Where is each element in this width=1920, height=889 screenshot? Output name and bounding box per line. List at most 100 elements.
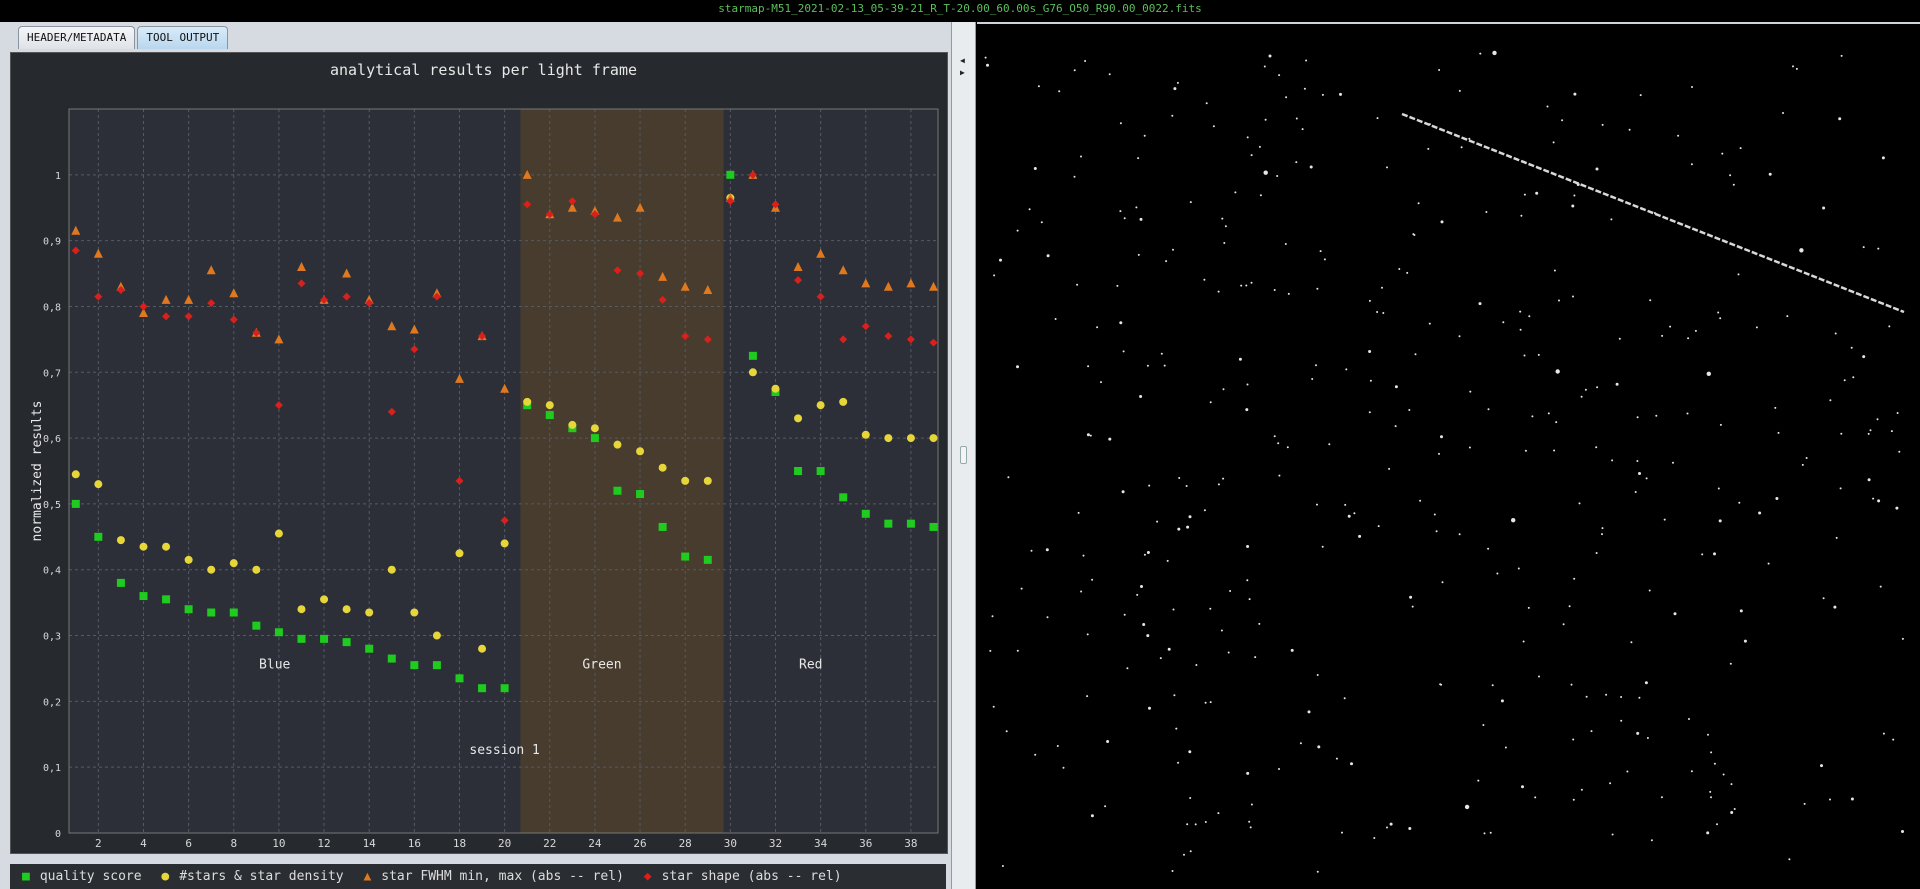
legend-label-quality: quality score [39, 869, 142, 884]
star-dot [1217, 812, 1220, 815]
star-dot [1344, 503, 1347, 506]
point-square [71, 499, 80, 508]
star-dot [1305, 59, 1308, 62]
star-map-view[interactable] [977, 22, 1920, 889]
point-square [139, 592, 148, 601]
star-dot [1872, 497, 1875, 500]
star-dot [1046, 254, 1050, 258]
star-dot [1203, 278, 1206, 281]
star-dot [1259, 194, 1262, 197]
star-dot [1106, 740, 1110, 743]
star-dot [1382, 312, 1385, 314]
star-dot [1104, 805, 1107, 808]
point-circle [162, 542, 171, 551]
band-red [723, 109, 938, 833]
star-dot [1096, 326, 1099, 329]
star-dot [1177, 761, 1180, 764]
star-dot [1572, 738, 1575, 741]
splitter-grip-icon[interactable] [960, 446, 967, 464]
star-dot [1195, 664, 1198, 666]
point-circle [184, 555, 193, 564]
star-dot [1148, 706, 1151, 710]
star-dot [1076, 283, 1079, 286]
star-dot [1527, 606, 1530, 609]
y-tick-label: 1 [55, 171, 61, 182]
star-dot [1373, 837, 1376, 839]
star-dot [1601, 533, 1603, 536]
star-dot [1729, 174, 1732, 177]
star-dot [1209, 701, 1212, 704]
point-square [884, 519, 893, 528]
star-dot [1895, 506, 1899, 510]
point-circle [816, 401, 825, 410]
star-dot [1620, 696, 1623, 698]
tab-tool-output[interactable]: TOOL OUTPUT [137, 26, 229, 49]
star-dot [1388, 467, 1391, 470]
x-tick-label: 32 [769, 837, 782, 850]
legend-label-stars: #stars & star density [179, 869, 344, 884]
point-square [116, 578, 125, 587]
star-dot [1611, 459, 1614, 462]
star-dot [1245, 284, 1248, 287]
star-dot [1248, 598, 1251, 601]
star-dot [1159, 657, 1162, 660]
star-dot [1040, 221, 1043, 224]
point-square [455, 674, 464, 683]
legend-item-fwhm: ▲ star FWHM min, max (abs -- rel) [363, 864, 623, 889]
star-dot [1222, 388, 1225, 391]
star-dot [1171, 870, 1174, 872]
x-tick-label: 10 [272, 837, 285, 850]
star-dot [1669, 325, 1672, 328]
star-dot [1677, 134, 1680, 137]
expand-right-icon[interactable]: ▶ [960, 68, 965, 77]
star-dot [1713, 762, 1716, 765]
star-dot [1186, 823, 1189, 826]
star-dot [1646, 737, 1649, 739]
legend-diamond-icon: ◆ [643, 869, 652, 884]
star-dot [1901, 830, 1904, 833]
star-dot [1137, 253, 1140, 256]
star-dot [1489, 831, 1492, 834]
star-dot [1419, 499, 1422, 502]
star-dot [1648, 589, 1651, 592]
star-dot [1547, 412, 1550, 415]
star-dot [1224, 225, 1227, 228]
star-dot [1618, 337, 1621, 340]
star-dot [1710, 751, 1713, 754]
star-dot [1394, 425, 1397, 428]
star-dot [1139, 217, 1143, 221]
star-dot [1173, 87, 1177, 91]
point-circle [116, 536, 125, 545]
point-square [274, 628, 283, 637]
star-dot [1135, 206, 1138, 209]
point-square [839, 493, 848, 502]
point-square [613, 486, 622, 495]
point-circle [636, 447, 645, 456]
star-dot [1638, 696, 1641, 699]
star-dot [1820, 764, 1823, 768]
point-circle [229, 559, 238, 568]
star-dot [1661, 334, 1664, 337]
star-dot [1584, 388, 1587, 391]
star-dot [1020, 587, 1023, 590]
star-dot [1290, 648, 1294, 652]
splitter[interactable]: ◀ ▶ [951, 22, 976, 889]
legend-item-quality: ■ quality score [22, 864, 142, 889]
x-tick-label: 38 [904, 837, 917, 850]
point-square [342, 638, 351, 647]
star-dot [1258, 145, 1261, 148]
tab-header-metadata[interactable]: HEADER/METADATA [18, 26, 136, 49]
star-dot [1165, 260, 1168, 263]
star-dot [1250, 154, 1253, 157]
legend-circle-icon: ● [161, 869, 170, 884]
star-dot [1876, 418, 1879, 421]
star-map-canvas[interactable] [977, 22, 1920, 889]
star-dot [1801, 463, 1804, 466]
point-circle [94, 480, 103, 489]
star-dot [1620, 719, 1623, 722]
y-axis-label: normalized results [30, 401, 45, 542]
star-dot [1301, 128, 1304, 131]
collapse-left-icon[interactable]: ◀ [960, 56, 965, 65]
star-dot [1568, 605, 1571, 608]
star-dot [1687, 337, 1690, 340]
